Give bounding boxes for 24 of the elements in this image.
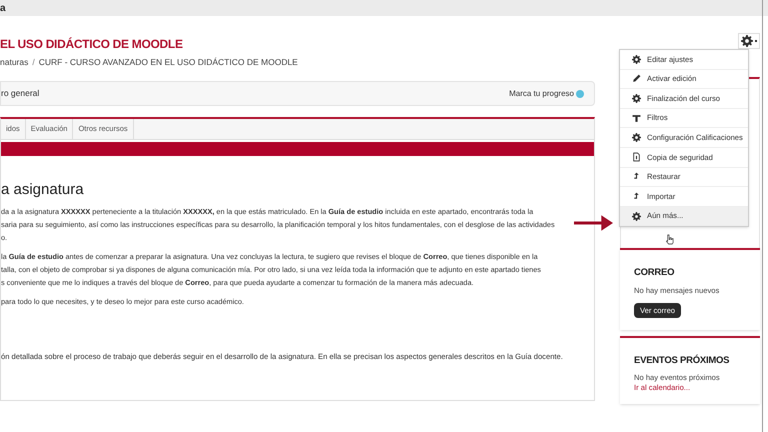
block-title: CORREO: [634, 266, 676, 280]
file-icon: [632, 152, 641, 162]
caret-icon: [755, 40, 757, 42]
block-title: EVENTOS PRÓXIMOS: [634, 354, 730, 368]
gear-icon: [741, 35, 753, 47]
section-title: ro general: [1, 87, 40, 100]
breadcrumb-link[interactable]: CURF - CURSO AVANZADO EN EL USO DIDÁCTICO DE MOODLE: [38, 56, 298, 68]
breadcrumb-separator: /: [32, 56, 35, 68]
pencil-icon: [632, 74, 641, 84]
settings-button[interactable]: [738, 33, 760, 49]
progress-label: Marca tu progreso: [509, 88, 574, 100]
gear-icon: [632, 133, 641, 142]
section-heading: a asignatura: [1, 180, 85, 200]
filter-icon: [632, 114, 641, 123]
arrow-icon: [574, 215, 613, 231]
upload-arrow-icon: [632, 192, 641, 201]
gear-icon: [632, 212, 641, 221]
breadcrumb-link[interactable]: naturas: [0, 56, 28, 68]
top-bar-text: a: [0, 2, 6, 16]
course-title: EL USO DIDÁCTICO DE MOODLE: [0, 36, 184, 53]
hand-cursor-icon: [665, 234, 674, 245]
upload-arrow-icon: [632, 172, 641, 182]
gear-icon: [632, 54, 641, 64]
gear-icon: [632, 94, 641, 103]
